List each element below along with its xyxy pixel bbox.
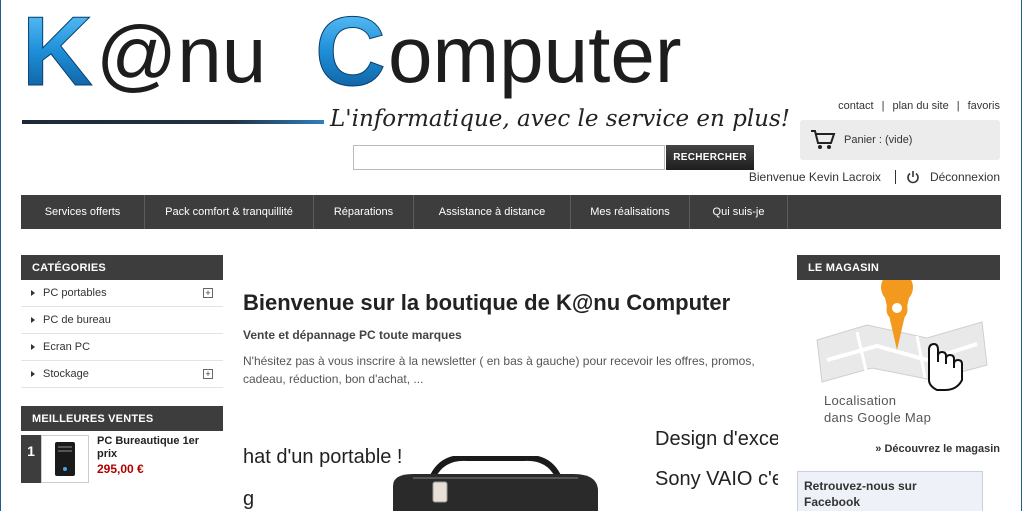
best-seller-price: 295,00 € [97,462,144,476]
intro-text: N'hésitez pas à vous inscrire à la newsl… [243,354,755,386]
facebook-box: Retrouvez-nous sur Facebook [797,471,983,511]
category-item[interactable]: PC de bureau [21,307,223,334]
banner-line-3: Design d'excep [655,428,778,450]
best-seller-info: PC Bureautique 1er prix 295,00 € [89,435,217,483]
page-subtitle: Vente et dépannage PC toute marques [243,328,462,342]
arrow-right-icon [31,344,35,350]
sitemap-link[interactable]: plan du site [892,100,948,112]
laptop-bag-image [393,456,598,511]
main-content: Bienvenue sur la boutique de K@nu Comput… [243,290,783,388]
page-title: Bienvenue sur la boutique de K@nu Comput… [243,290,731,315]
welcome-user: Bienvenue Kevin Lacroix [748,170,881,184]
svg-text:C: C [315,0,386,105]
map-icon [816,271,988,391]
cart-box[interactable]: Panier : (vide) [800,120,1000,160]
arrow-right-icon [31,290,35,296]
user-divider [894,170,896,184]
contact-link[interactable]: contact [838,100,873,112]
cart-label: Panier : (vide) [844,134,913,146]
search-input[interactable] [353,145,665,170]
category-label: Ecran PC [43,341,91,353]
map-caption-line1: Localisation [824,393,897,408]
category-item[interactable]: Ecran PC [21,334,223,361]
category-label: PC portables [43,287,107,299]
categories-title: CATÉGORIES [21,255,223,280]
top-links: contact | plan du site | favoris [838,100,1000,112]
favorites-link[interactable]: favoris [968,100,1000,112]
nav-item-pack[interactable]: Pack comfort & tranquillité [145,195,314,229]
map-caption: Localisation dans Google Map [824,392,931,426]
nav-item-assistance[interactable]: Assistance à distance [414,195,571,229]
banner-line-2: g [243,488,255,510]
svg-text:K: K [22,0,93,105]
main-nav: Services offerts Pack comfort & tranquil… [21,195,1001,229]
facebook-title: Retrouvez-nous sur Facebook [804,479,917,509]
cart-icon [811,130,836,149]
right-sidebar: LE MAGASIN Localisation dans Google Map … [797,255,1000,511]
svg-text:omputer: omputer [388,10,681,99]
pc-tower-thumbnail[interactable] [41,435,89,483]
logout-link[interactable]: Déconnexion [930,170,1000,184]
best-seller-name[interactable]: PC Bureautique 1er prix [97,435,217,461]
pc-tower-icon [55,442,75,476]
banner-line-4: Sony VAIO c'e [655,468,778,490]
svg-text:@nu: @nu [96,10,266,99]
category-item[interactable]: PC portables + [21,280,223,307]
arrow-right-icon [31,317,35,323]
tagline-underline [22,120,324,124]
nav-item-reparations[interactable]: Réparations [314,195,414,229]
tagline: L'informatique, avec le service en plus! [330,106,791,132]
category-label: PC de bureau [43,314,111,326]
category-label: Stockage [43,368,89,380]
search-button[interactable]: RECHERCHER [666,145,754,170]
best-seller-item[interactable]: 1 PC Bureautique 1er prix 295,00 € [21,435,223,483]
arrow-right-icon [31,371,35,377]
store-title: LE MAGASIN [797,255,1000,280]
expand-icon[interactable]: + [203,369,213,379]
category-list: PC portables + PC de bureau Ecran PC Sto… [21,280,223,388]
category-item[interactable]: Stockage + [21,361,223,388]
link-separator: | [881,100,885,112]
best-seller-rank: 1 [21,435,41,483]
nav-item-about[interactable]: Qui suis-je [690,195,788,229]
nav-item-realisations[interactable]: Mes réalisations [571,195,690,229]
best-sellers-title: MEILLEURES VENTES [21,406,223,431]
power-icon[interactable] [906,170,920,184]
map-caption-line2: dans Google Map [824,410,932,425]
discover-store-link[interactable]: » Découvrez le magasin [797,443,1000,455]
expand-icon[interactable]: + [203,288,213,298]
promo-banner[interactable]: hat d'un portable ! g Design d'excep Son… [243,428,778,511]
link-separator: | [956,100,960,112]
nav-item-services[interactable]: Services offerts [21,195,145,229]
store-map[interactable]: Localisation dans Google Map [797,271,1000,435]
left-sidebar: CATÉGORIES PC portables + PC de bureau E… [21,255,223,483]
user-bar: Bienvenue Kevin Lacroix Déconnexion [749,170,1000,184]
